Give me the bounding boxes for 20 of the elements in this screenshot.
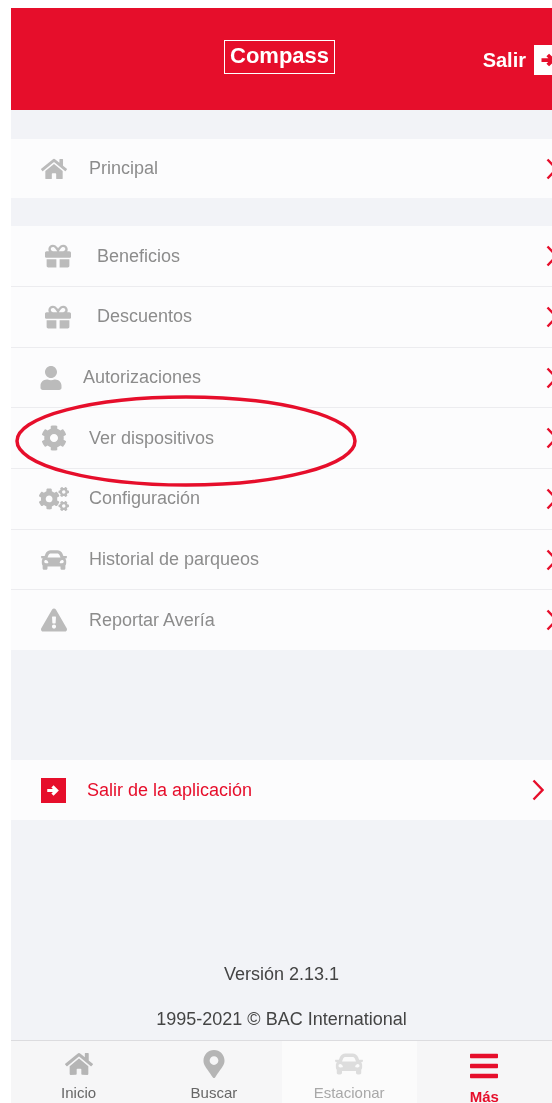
person-icon (39, 365, 63, 390)
logout-button[interactable]: Salir (482, 43, 552, 75)
menu-item[interactable]: Autorizaciones (11, 346, 552, 408)
menu-item[interactable]: Reportar Avería (11, 589, 552, 651)
exit-app-item[interactable]: Salir de la aplicación (11, 760, 552, 821)
gear-icon (41, 425, 67, 452)
exit-icon (40, 777, 66, 803)
version-text: Versión 2.13.1 (223, 964, 340, 986)
menu-item[interactable]: Descuentos (11, 286, 552, 347)
gift-icon (45, 303, 71, 330)
menu-item[interactable]: Configuración (11, 468, 552, 529)
menu-item[interactable]: Principal (11, 139, 552, 198)
menu-item[interactable]: Beneficios (11, 226, 552, 286)
warning-icon (41, 607, 67, 634)
chevron-right-icon (532, 779, 544, 802)
menu-item[interactable]: Ver dispositivos (11, 407, 552, 469)
copyright-text: 1995-2021 © BAC International (156, 1009, 407, 1031)
gift-icon (45, 243, 71, 269)
compass-logo: Compass (224, 40, 336, 74)
menu-item[interactable]: Historial de parqueos (11, 528, 552, 590)
